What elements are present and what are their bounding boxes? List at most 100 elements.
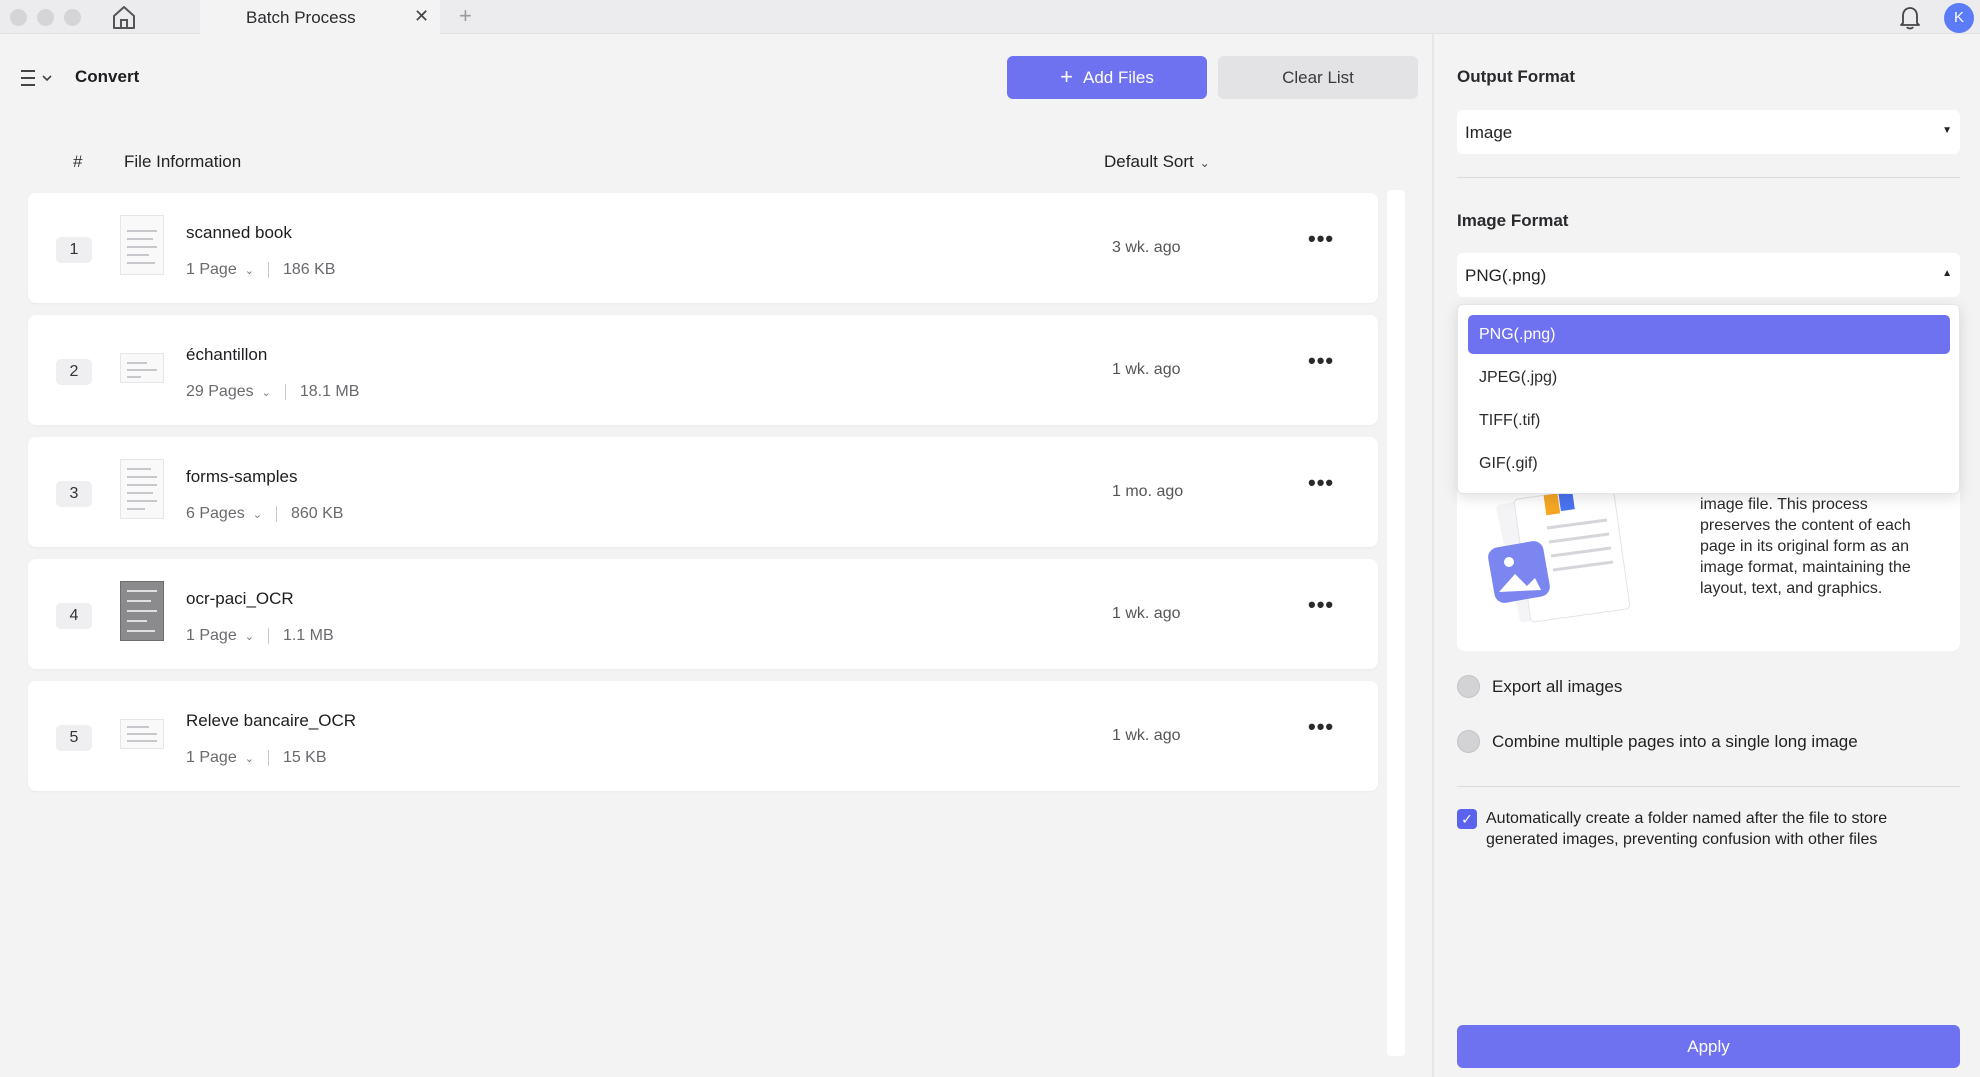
row-number: 5	[56, 725, 92, 751]
chevron-down-icon[interactable]: ⌄	[245, 630, 254, 643]
radio-button[interactable]	[1457, 675, 1480, 698]
combine-pages-label: Combine multiple pages into a single lon…	[1492, 731, 1858, 751]
image-format-dropdown: PNG(.png) JPEG(.jpg) TIFF(.tif) GIF(.gif…	[1457, 304, 1960, 494]
output-format-label: Output Format	[1457, 67, 1576, 86]
clear-list-button[interactable]: Clear List	[1218, 56, 1418, 99]
file-thumbnail	[120, 719, 164, 749]
file-thumbnail	[120, 459, 164, 519]
close-window-button[interactable]	[10, 9, 27, 26]
tab-title: Batch Process	[246, 8, 356, 27]
file-size: 15 KB	[282, 749, 327, 766]
page-count-dropdown[interactable]: 1 Page	[186, 627, 237, 645]
file-thumbnail	[120, 215, 164, 275]
page-title: Convert	[75, 67, 140, 86]
combine-pages-option[interactable]: Combine multiple pages into a single lon…	[1457, 730, 1858, 753]
divider	[267, 628, 269, 644]
file-meta: 6 Pages ⌄ 860 KB	[186, 505, 343, 523]
file-row[interactable]: 5 Releve bancaire_OCR 1 Page ⌄ 15 KB 1 wk…	[28, 681, 1378, 791]
file-thumbnail	[120, 353, 164, 383]
file-name: scanned book	[186, 223, 292, 242]
file-date: 1 wk. ago	[1112, 605, 1181, 622]
page-count-dropdown[interactable]: 1 Page	[186, 749, 237, 767]
file-meta: 1 Page ⌄ 186 KB	[186, 261, 335, 279]
file-list: 1 scanned book 1 Page ⌄ 186 KB 3 wk. ago …	[28, 193, 1378, 803]
image-format-option-tiff[interactable]: TIFF(.tif)	[1468, 401, 1950, 440]
row-number: 3	[56, 481, 92, 507]
file-date: 1 wk. ago	[1112, 727, 1181, 744]
divider	[284, 384, 286, 400]
export-all-images-label: Export all images	[1492, 676, 1623, 696]
tab-batch-process[interactable]: Batch Process ✕	[200, 0, 440, 34]
divider	[267, 750, 269, 766]
avatar[interactable]: K	[1944, 3, 1974, 33]
page-count-dropdown[interactable]: 6 Pages	[186, 505, 245, 523]
add-files-button[interactable]: + Add Files	[1007, 56, 1207, 99]
caret-up-icon: ▲	[1942, 268, 1952, 279]
minimize-window-button[interactable]	[37, 9, 54, 26]
file-thumbnail	[120, 581, 164, 641]
file-name: échantillon	[186, 345, 268, 364]
image-format-value: PNG(.png)	[1465, 266, 1547, 285]
image-format-option-jpeg[interactable]: JPEG(.jpg)	[1468, 358, 1950, 397]
more-options-icon[interactable]: •••	[1308, 472, 1338, 498]
column-header-index: #	[73, 152, 83, 171]
file-meta: 1 Page ⌄ 15 KB	[186, 749, 327, 767]
chevron-down-icon[interactable]: ⌄	[253, 508, 262, 521]
image-document-illustration	[1488, 488, 1631, 623]
file-date: 1 wk. ago	[1112, 361, 1181, 378]
export-all-images-option[interactable]: Export all images	[1457, 675, 1622, 698]
bell-icon[interactable]	[1897, 4, 1923, 31]
file-row[interactable]: 2 échantillon 29 Pages ⌄ 18.1 MB 1 wk. ag…	[28, 315, 1378, 425]
output-format-value: Image	[1465, 123, 1513, 142]
file-size: 860 KB	[290, 505, 344, 522]
file-meta: 1 Page ⌄ 1.1 MB	[186, 627, 334, 645]
home-icon[interactable]	[110, 4, 138, 30]
file-list-scrollbar[interactable]	[1387, 190, 1405, 1056]
title-bar: Batch Process ✕ + K	[0, 0, 1980, 34]
more-options-icon[interactable]: •••	[1308, 594, 1338, 620]
row-number: 4	[56, 603, 92, 629]
more-options-icon[interactable]: •••	[1308, 350, 1338, 376]
image-format-option-png[interactable]: PNG(.png)	[1468, 315, 1950, 354]
format-description-clip: image file. This process preserves the c…	[1700, 494, 1960, 609]
auto-folder-option[interactable]: ✓ Automatically create a folder named af…	[1457, 808, 1957, 850]
file-name: Releve bancaire_OCR	[186, 711, 357, 730]
file-size: 186 KB	[282, 261, 336, 278]
page-count-dropdown[interactable]: 29 Pages	[186, 383, 254, 401]
plus-icon: +	[1060, 63, 1073, 89]
new-tab-icon[interactable]: +	[459, 3, 472, 29]
file-date: 3 wk. ago	[1112, 239, 1181, 256]
file-row[interactable]: 1 scanned book 1 Page ⌄ 186 KB 3 wk. ago …	[28, 193, 1378, 303]
more-options-icon[interactable]: •••	[1308, 716, 1338, 742]
page-count-dropdown[interactable]: 1 Page	[186, 261, 237, 279]
column-header-file-information: File Information	[124, 152, 242, 171]
apply-button[interactable]: Apply	[1457, 1025, 1960, 1068]
divider	[1457, 177, 1960, 178]
tab-close-icon[interactable]: ✕	[414, 6, 429, 27]
more-options-icon[interactable]: •••	[1308, 228, 1338, 254]
output-format-select[interactable]: Image ▼	[1457, 110, 1960, 154]
menu-icon[interactable]	[19, 67, 55, 89]
image-format-option-gif[interactable]: GIF(.gif)	[1468, 444, 1950, 483]
image-format-label: Image Format	[1457, 211, 1569, 230]
zoom-window-button[interactable]	[64, 9, 81, 26]
checkbox-checked-icon[interactable]: ✓	[1457, 809, 1477, 829]
chevron-down-icon[interactable]: ⌄	[262, 386, 271, 399]
add-files-label: Add Files	[1082, 67, 1154, 87]
file-row[interactable]: 3 forms-samples 6 Pages ⌄ 860 KB 1 mo. ag…	[28, 437, 1378, 547]
file-date: 1 mo. ago	[1112, 483, 1184, 500]
divider	[267, 262, 269, 278]
chevron-down-icon[interactable]: ⌄	[245, 264, 254, 277]
chevron-down-icon[interactable]: ⌄	[245, 752, 254, 765]
file-name: forms-samples	[186, 467, 298, 486]
file-row[interactable]: 4 ocr-paci_OCR 1 Page ⌄ 1.1 MB 1 wk. ago …	[28, 559, 1378, 669]
radio-button[interactable]	[1457, 730, 1480, 753]
divider	[275, 506, 277, 522]
chevron-down-icon: ⌄	[1199, 156, 1210, 170]
sort-dropdown[interactable]: Default Sort ⌄	[1104, 152, 1210, 172]
file-name: ocr-paci_OCR	[186, 589, 294, 608]
auto-folder-label: Automatically create a folder named afte…	[1486, 810, 1888, 848]
image-format-select[interactable]: PNG(.png) ▲	[1457, 253, 1960, 297]
file-size: 18.1 MB	[299, 383, 360, 400]
row-number: 1	[56, 237, 92, 263]
